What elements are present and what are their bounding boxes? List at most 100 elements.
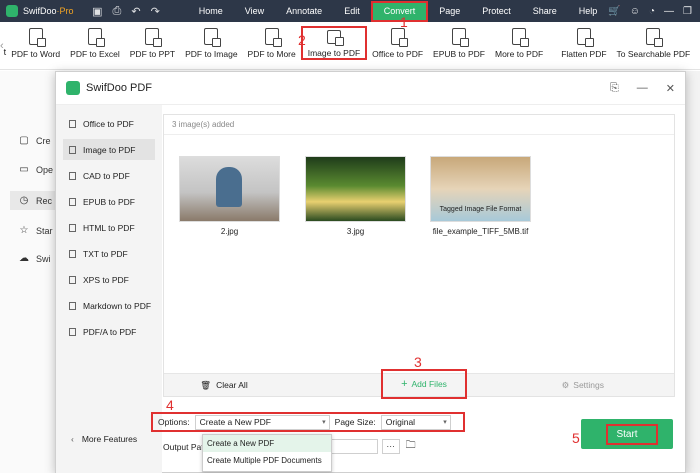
step-number: 4	[166, 397, 174, 413]
dropdown-option-multiple-pdf[interactable]: Create Multiple PDF Documents	[203, 452, 331, 469]
sidebar-item-image-to-pdf[interactable]: Image to PDF	[63, 139, 155, 160]
print-icon[interactable]: ⎙	[113, 5, 122, 18]
sidebar-item-html-to-pdf[interactable]: HTML to PDF	[63, 217, 155, 238]
bg-nav-label: Rec	[36, 195, 53, 206]
pdfa-icon	[69, 327, 76, 336]
bg-nav-open[interactable]: ▭ Ope	[18, 164, 53, 175]
browse-button[interactable]: ···	[381, 439, 400, 454]
sidebar-item-label: HTML to PDF	[83, 222, 135, 233]
flatten-icon	[576, 28, 594, 47]
sidebar-item-label: XPS to PDF	[83, 274, 129, 285]
options-dropdown-menu: Create a New PDF Create Multiple PDF Doc…	[202, 434, 332, 472]
image-icon	[69, 145, 76, 154]
dropdown-option-new-pdf[interactable]: Create a New PDF	[203, 435, 331, 452]
image-thumbnail[interactable]: 3.jpg	[305, 156, 406, 236]
clock-icon: ◷	[19, 195, 29, 206]
page-size-select[interactable]: Original ▾	[380, 414, 451, 430]
image-pdf-icon	[326, 30, 344, 46]
settings-button[interactable]: ⚙ Settings	[562, 380, 604, 391]
sidebar-item-epub-to-pdf[interactable]: EPUB to PDF	[63, 191, 155, 212]
image-icon	[204, 28, 222, 47]
sidebar-item-cad-to-pdf[interactable]: CAD to PDF	[63, 165, 155, 186]
ribbon-image-to-pdf[interactable]: Image to PDF	[300, 26, 368, 60]
sidebar-item-label: PDF/A to PDF	[83, 326, 137, 337]
sidebar-item-pdfa-to-pdf[interactable]: PDF/A to PDF	[63, 321, 155, 342]
options-row: Options: Create a New PDF ▾ Page Size: O…	[151, 412, 465, 432]
word-icon	[28, 28, 46, 47]
restore-icon[interactable]: ❐	[683, 6, 692, 17]
excel-icon	[87, 28, 105, 47]
office-icon	[390, 28, 408, 47]
clear-all-button[interactable]: 🗑 Clear All	[164, 380, 284, 391]
sidebar-item-xps-to-pdf[interactable]: XPS to PDF	[63, 269, 155, 290]
app-name: SwifDoo	[23, 6, 57, 16]
more-icon	[264, 28, 282, 47]
undo-icon[interactable]: ↶	[131, 5, 140, 18]
chevron-left-icon: ‹	[71, 434, 74, 444]
minimize-icon[interactable]: —	[637, 82, 648, 95]
convert-sidebar: Office to PDF Image to PDF CAD to PDF EP…	[56, 105, 162, 473]
ribbon-pdf-to-image[interactable]: PDF to Image	[180, 22, 242, 69]
cart-icon[interactable]: 🛒	[608, 6, 620, 17]
folder-icon: ▭	[19, 164, 29, 175]
ribbon-office-to-pdf[interactable]: Office to PDF	[367, 22, 428, 69]
ribbon-pdf-to-excel[interactable]: PDF to Excel	[65, 22, 125, 69]
image-thumbnail[interactable]: 2.jpg	[179, 156, 280, 236]
user-icon[interactable]: ☺	[630, 6, 640, 17]
trash-icon: 🗑	[200, 379, 212, 390]
menu-home[interactable]: Home	[188, 0, 234, 22]
ribbon-pdf-to-more[interactable]: PDF to More	[243, 22, 301, 69]
star-icon: ☆	[19, 225, 29, 236]
ribbon-flatten-pdf[interactable]: Flatten PDF	[556, 22, 611, 69]
save-icon[interactable]: ▣	[92, 5, 102, 18]
office-icon	[69, 119, 76, 128]
bg-nav-cloud[interactable]: ☁ Swi	[18, 253, 51, 264]
close-icon[interactable]: ✕	[666, 82, 675, 95]
menu-view[interactable]: View	[234, 0, 275, 22]
image-preview	[179, 156, 280, 222]
txt-icon	[69, 249, 76, 258]
image-thumbnail[interactable]: Tagged Image File Format file_example_TI…	[430, 156, 531, 236]
chevron-down-icon: ▾	[322, 419, 326, 426]
chevron-down-icon: ▾	[443, 419, 447, 426]
bg-nav-create[interactable]: ▢ Cre	[18, 135, 50, 146]
menu-annotate[interactable]: Annotate	[275, 0, 333, 22]
image-filename: file_example_TIFF_5MB.tif	[432, 227, 529, 236]
ribbon-pdf-to-word[interactable]: PDF to Word	[6, 22, 65, 69]
menu-share[interactable]: Share	[522, 0, 568, 22]
ribbon-more-to-pdf[interactable]: More to PDF	[490, 22, 548, 69]
images-added-count: 3 image(s) added	[164, 115, 674, 135]
sidebar-item-label: Office to PDF	[83, 118, 134, 129]
ribbon-pdf-to-ppt[interactable]: PDF to PPT	[125, 22, 180, 69]
image-filename: 3.jpg	[346, 227, 365, 236]
export-icon[interactable]: ⎘	[610, 82, 619, 95]
ribbon-label: More to PDF	[495, 49, 544, 59]
redo-icon[interactable]: ↷	[151, 5, 160, 18]
menu-protect[interactable]: Protect	[471, 0, 522, 22]
minimize-icon[interactable]: —	[664, 6, 674, 17]
step-number: 2	[298, 32, 306, 48]
background-sidebar: ▢ Cre ▭ Ope ◷ Rec ☆ Star ☁ Swi	[0, 71, 61, 473]
bg-nav-starred[interactable]: ☆ Star	[18, 225, 53, 236]
sidebar-item-office-to-pdf[interactable]: Office to PDF	[63, 113, 155, 134]
settings-label: Settings	[573, 380, 604, 390]
dialog-title: SwifDoo PDF	[86, 82, 153, 94]
menu-page[interactable]: Page	[428, 0, 471, 22]
more-features-link[interactable]: ‹ More Features	[71, 434, 137, 444]
folder-icon[interactable]: 🗀	[406, 438, 416, 455]
menu-edit[interactable]: Edit	[333, 0, 371, 22]
cad-icon	[69, 171, 76, 180]
menubar: SwifDoo ·Pro ▣ ⎙ ↶ ↷ Home View Annotate E…	[0, 0, 700, 22]
sidebar-item-markdown-to-pdf[interactable]: Markdown to PDF	[63, 295, 155, 316]
ribbon-to-searchable-pdf[interactable]: To Searchable PDF	[612, 22, 696, 69]
menu-help[interactable]: Help	[568, 0, 609, 22]
add-files-button[interactable]: + Add Files	[381, 369, 467, 399]
bg-nav-label: Swi	[36, 253, 51, 264]
bg-nav-recent[interactable]: ◷ Rec	[10, 191, 61, 210]
app-edition: ·Pro	[56, 6, 74, 16]
bell-icon[interactable]: ◔	[649, 6, 655, 17]
ribbon-epub-to-pdf[interactable]: EPUB to PDF	[428, 22, 490, 69]
sidebar-item-txt-to-pdf[interactable]: TXT to PDF	[63, 243, 155, 264]
ribbon-label: EPUB to PDF	[433, 49, 485, 59]
options-select[interactable]: Create a New PDF ▾	[194, 414, 330, 430]
